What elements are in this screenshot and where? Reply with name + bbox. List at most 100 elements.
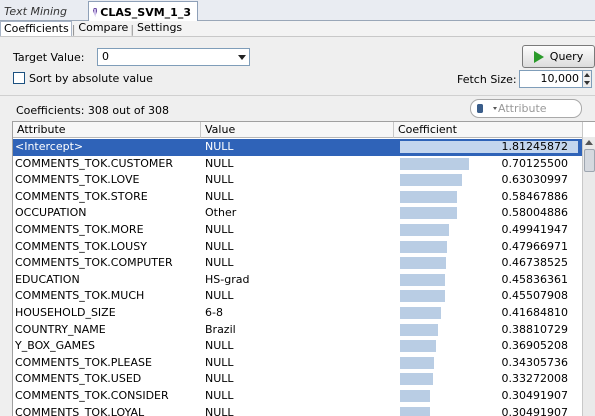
tab-compare[interactable]: Compare xyxy=(75,21,130,36)
coefficients-table: Attribute Value Coefficient <Intercept> N… xyxy=(12,121,595,416)
run-icon xyxy=(533,50,544,63)
fetch-size-label: Fetch Size: xyxy=(457,73,517,86)
value-cell: NULL xyxy=(205,372,234,386)
coefficient-bar xyxy=(400,307,441,319)
coefficient-value: 0.38810729 xyxy=(501,322,568,336)
table-row[interactable]: COMMENTS_TOK.MUCH NULL 0.45507908 xyxy=(13,288,583,305)
coefficient-cell: 0.36905208 xyxy=(394,338,583,355)
coefficient-value: 0.49941947 xyxy=(501,223,568,236)
coefficient-cell: 0.38810729 xyxy=(394,322,583,339)
coefficient-cell: 0.34305736 xyxy=(394,355,583,372)
coefficient-value: 0.34305736 xyxy=(501,355,568,369)
value-cell: Brazil xyxy=(205,322,236,336)
coefficient-cell: 0.33272008 xyxy=(394,371,583,388)
coefficient-value: 0.58004886 xyxy=(501,206,568,220)
attribute-filter-input[interactable]: Attribute xyxy=(470,99,582,118)
value-cell: NULL xyxy=(205,339,234,353)
stepper-up-icon[interactable] xyxy=(584,73,590,77)
coefficient-cell: 0.30491907 xyxy=(394,388,583,405)
tab-label: Text Mining xyxy=(4,4,67,18)
tab-text-mining[interactable]: Text Mining xyxy=(0,1,595,380)
coefficient-cell: 0.45836361 xyxy=(394,272,583,289)
table-row[interactable]: HOUSEHOLD_SIZE 6-8 0.41684810 xyxy=(13,305,583,322)
value-cell: 6-8 xyxy=(205,306,223,319)
coefficient-bar xyxy=(400,257,446,270)
value-cell: NULL xyxy=(205,189,234,203)
model-icon xyxy=(93,7,98,17)
vertical-scrollbar[interactable] xyxy=(582,137,595,416)
tab-settings[interactable]: Settings xyxy=(134,21,184,36)
fetch-size-input[interactable]: 10,000 xyxy=(519,70,583,88)
coefficient-cell: 0.47966971 xyxy=(394,239,583,256)
coefficient-bar xyxy=(400,356,434,369)
coefficient-value: 0.46738525 xyxy=(501,256,568,270)
attribute-cell: Y_BOX_GAMES xyxy=(15,339,96,353)
table-row[interactable]: COMMENTS_TOK.COMPUTER NULL 0.46738525 xyxy=(13,255,583,272)
table-row[interactable]: OCCUPATION Other 0.58004886 xyxy=(13,205,583,222)
attribute-cell: COMMENTS_TOK.LOUSY xyxy=(15,239,147,253)
coefficient-cell: 0.45507908 xyxy=(394,288,583,305)
table-row[interactable]: COMMENTS_TOK.CONSIDER NULL 0.30491907 xyxy=(13,388,583,405)
table-row[interactable]: EDUCATION HS-grad 0.45836361 xyxy=(13,272,583,289)
value-cell: Other xyxy=(205,206,237,220)
sort-absolute-checkbox[interactable] xyxy=(13,72,25,84)
coefficient-value: 0.36905208 xyxy=(501,339,568,353)
attribute-cell: COMMENTS_TOK.LOYAL xyxy=(15,405,145,416)
binoculars-icon[interactable] xyxy=(477,104,497,113)
fetch-size-stepper[interactable] xyxy=(583,70,592,88)
attribute-cell: COUNTRY_NAME xyxy=(15,322,106,336)
coefficient-bar xyxy=(400,157,469,170)
attribute-cell: COMMENTS_TOK.LOVE xyxy=(15,173,140,187)
target-value-select[interactable]: 0 xyxy=(97,48,250,66)
table-row[interactable]: COMMENTS_TOK.LOVE NULL 0.63030997 xyxy=(13,172,583,189)
value-cell: NULL xyxy=(205,173,234,187)
column-header-attribute[interactable]: Attribute xyxy=(13,122,201,138)
tab-clas-svm[interactable]: CLAS_SVM_1_3 xyxy=(88,1,198,22)
target-value-selected: 0 xyxy=(102,50,109,63)
coefficient-cell: 0.30491907 xyxy=(394,405,583,416)
column-header-coefficient[interactable]: Coefficient xyxy=(394,122,583,138)
coefficient-value: 0.70125500 xyxy=(501,156,568,170)
coefficient-bar xyxy=(400,240,448,253)
target-value-label: Target Value: xyxy=(13,51,85,64)
value-cell: NULL xyxy=(205,289,234,303)
table-row[interactable]: COUNTRY_NAME Brazil 0.38810729 xyxy=(13,322,583,339)
table-row[interactable]: COMMENTS_TOK.PLEASE NULL 0.34305736 xyxy=(13,355,583,372)
attribute-cell: COMMENTS_TOK.PLEASE xyxy=(15,355,152,369)
query-button[interactable]: Query xyxy=(522,45,595,68)
coefficient-bar xyxy=(400,406,430,416)
table-row[interactable]: <Intercept> NULL 1.81245872 xyxy=(13,139,583,156)
table-row[interactable]: COMMENTS_TOK.USED NULL 0.33272008 xyxy=(13,371,583,388)
table-row[interactable]: Y_BOX_GAMES NULL 0.36905208 xyxy=(13,338,583,355)
table-row[interactable]: COMMENTS_TOK.CUSTOMER NULL 0.70125500 xyxy=(13,156,583,173)
coefficient-cell: 0.63030997 xyxy=(394,172,583,189)
value-cell: HS-grad xyxy=(205,272,250,286)
table-row[interactable]: COMMENTS_TOK.MORE NULL 0.49941947 xyxy=(13,222,583,239)
coefficient-cell: 0.58004886 xyxy=(394,205,583,222)
scroll-up-icon[interactable] xyxy=(585,140,593,145)
coefficient-bar xyxy=(400,323,439,336)
attribute-cell: OCCUPATION xyxy=(15,206,87,220)
tab-coefficients[interactable]: Coefficients xyxy=(0,21,72,36)
coefficient-cell: 0.46738525 xyxy=(394,255,583,272)
column-header-value[interactable]: Value xyxy=(201,122,394,138)
scroll-thumb[interactable] xyxy=(584,149,595,172)
coefficients-panel: Target Value: 0 Query Sort by absolute v… xyxy=(0,37,595,416)
coefficient-cell: 0.41684810 xyxy=(394,305,583,322)
coefficients-count: Coefficients: 308 out of 308 xyxy=(16,104,170,117)
table-row[interactable]: COMMENTS_TOK.LOUSY NULL 0.47966971 xyxy=(13,239,583,256)
table-row[interactable]: COMMENTS_TOK.LOYAL NULL 0.30491907 xyxy=(13,405,583,416)
coefficient-bar xyxy=(400,224,450,236)
table-row[interactable]: COMMENTS_TOK.STORE NULL 0.58467886 xyxy=(13,189,583,206)
coefficient-bar xyxy=(400,373,433,386)
value-cell: NULL xyxy=(205,140,234,153)
stepper-down-icon[interactable] xyxy=(584,81,590,85)
chevron-down-icon[interactable] xyxy=(235,49,249,65)
attribute-cell: COMMENTS_TOK.MUCH xyxy=(15,289,145,303)
attribute-cell: <Intercept> xyxy=(15,140,84,153)
sort-absolute-label[interactable]: Sort by absolute value xyxy=(29,72,153,85)
table-header: Attribute Value Coefficient xyxy=(13,122,583,138)
coefficient-bar xyxy=(400,190,458,203)
filter-placeholder: Attribute xyxy=(498,102,547,115)
attribute-cell: COMMENTS_TOK.CONSIDER xyxy=(15,389,169,402)
